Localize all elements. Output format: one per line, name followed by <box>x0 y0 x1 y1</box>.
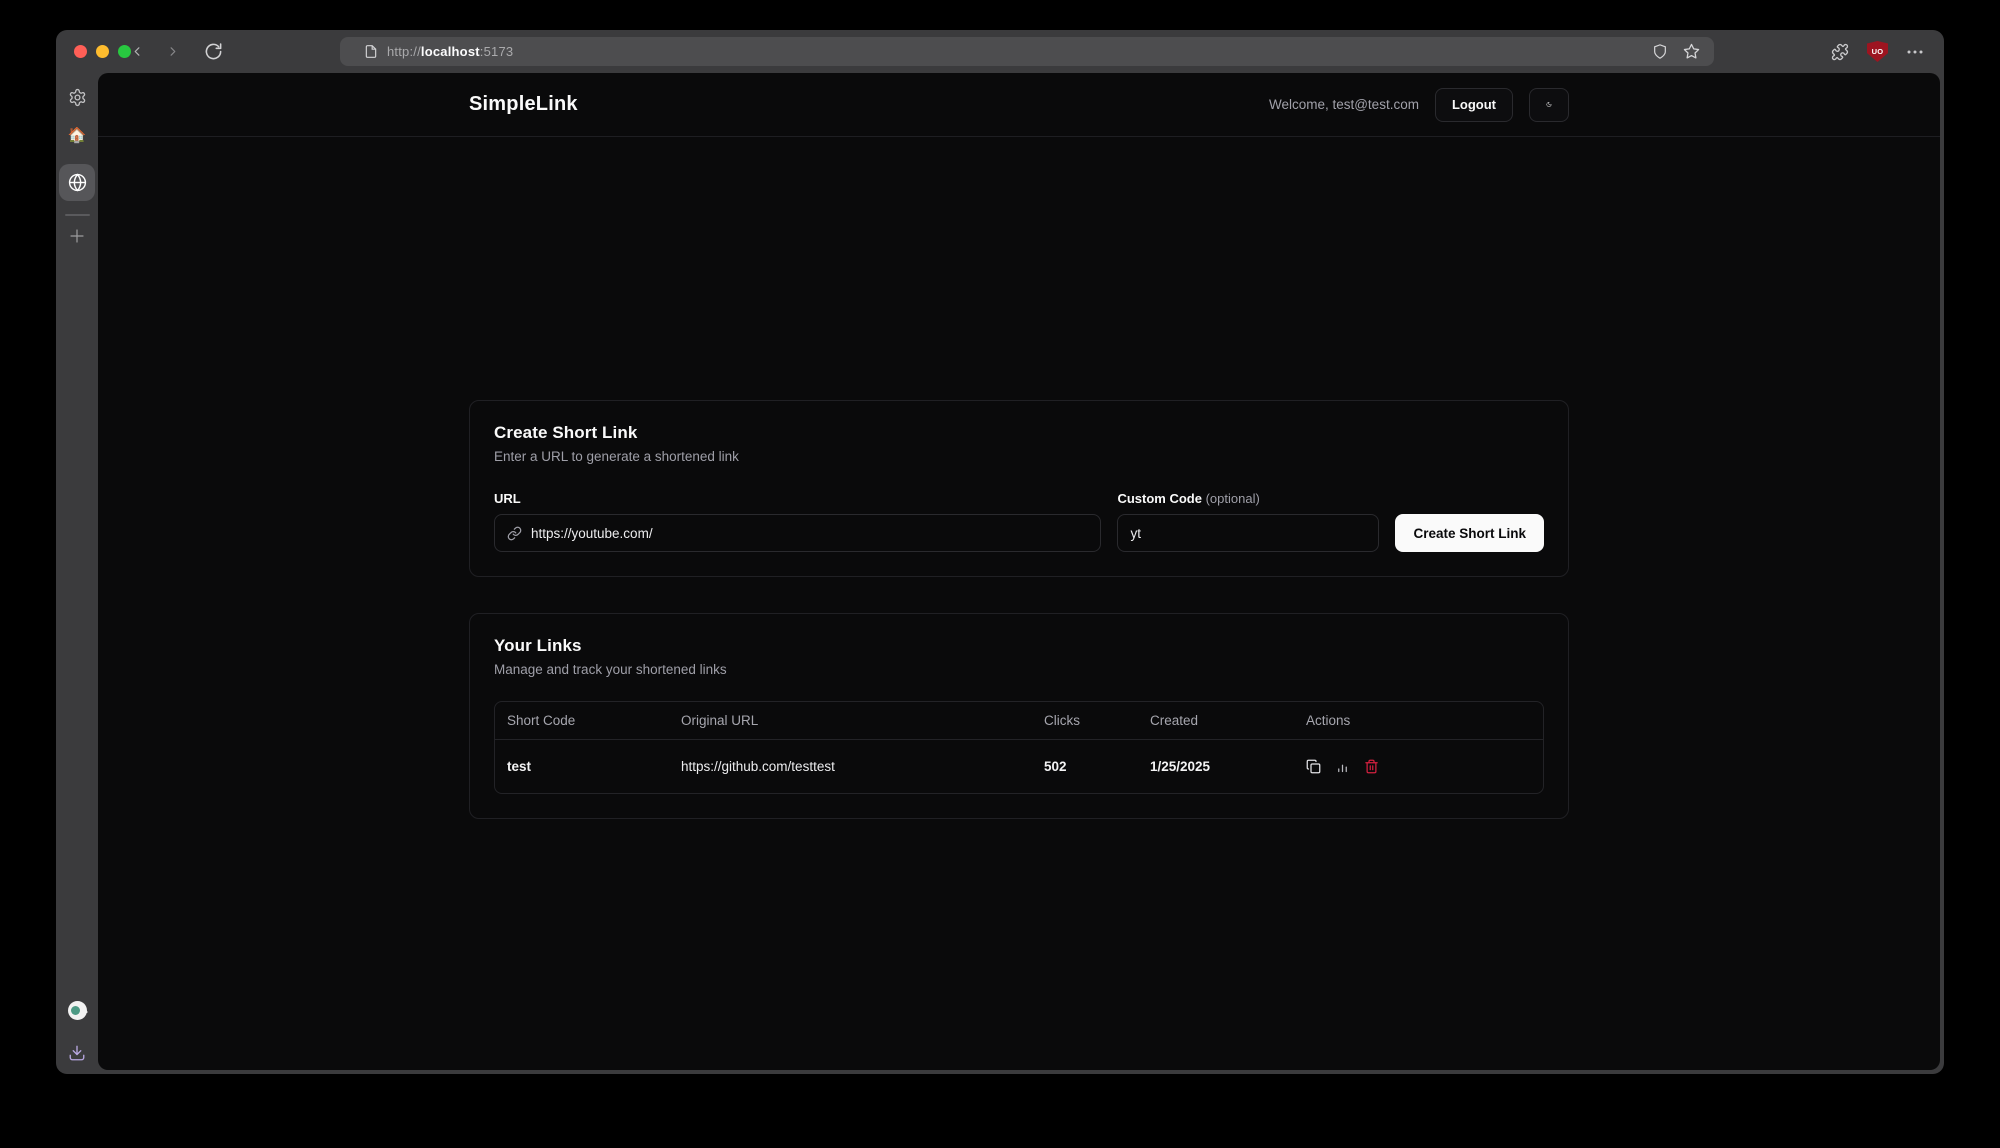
cell-original-url: https://github.com/testtest <box>669 759 1032 774</box>
workspace-dot <box>71 1006 80 1015</box>
custom-code-input[interactable] <box>1130 526 1366 541</box>
app-header: SimpleLink Welcome, test@test.com Logout <box>98 73 1940 137</box>
close-window-button[interactable] <box>74 45 87 58</box>
minimize-window-button[interactable] <box>96 45 109 58</box>
page-main: Create Short Link Enter a URL to generat… <box>98 137 1940 819</box>
url-input[interactable] <box>531 526 1088 541</box>
row-actions <box>1294 759 1543 774</box>
page-viewport: SimpleLink Welcome, test@test.com Logout… <box>98 73 1940 1070</box>
tabstrip-divider <box>65 214 90 216</box>
create-link-form: URL Custom Code (optional) <box>494 491 1544 552</box>
bookmark-star-icon[interactable] <box>1683 43 1700 60</box>
your-links-card: Your Links Manage and track your shorten… <box>469 613 1569 819</box>
theme-toggle-button[interactable] <box>1529 88 1569 122</box>
link-chain-icon <box>507 526 522 541</box>
create-card-title: Create Short Link <box>494 423 1544 443</box>
url-text: http://localhost:5173 <box>387 44 513 59</box>
url-input-wrap <box>494 514 1101 552</box>
col-actions: Actions <box>1294 713 1543 728</box>
new-tab-button[interactable] <box>68 227 86 245</box>
url-port: :5173 <box>480 44 514 59</box>
home-tab[interactable]: 🏠 <box>68 128 87 143</box>
col-created: Created <box>1138 713 1294 728</box>
links-card-subtitle: Manage and track your shortened links <box>494 662 1544 677</box>
trash-icon <box>1364 759 1379 774</box>
page-icon <box>364 44 378 59</box>
workspace-arrow <box>81 1007 88 1017</box>
create-short-link-button[interactable]: Create Short Link <box>1395 514 1544 552</box>
toolbar-right-controls: UO <box>1831 30 1924 73</box>
col-original-url: Original URL <box>669 713 1032 728</box>
custom-code-input-wrap <box>1117 514 1379 552</box>
create-short-link-card: Create Short Link Enter a URL to generat… <box>469 400 1569 577</box>
url-host: localhost <box>421 44 480 59</box>
address-bar[interactable]: http://localhost:5173 <box>340 37 1714 66</box>
moon-icon <box>1546 97 1552 112</box>
chevron-right-icon <box>167 44 178 59</box>
back-button[interactable] <box>124 30 150 73</box>
home-icon: 🏠 <box>68 128 87 143</box>
copy-link-button[interactable] <box>1306 759 1321 774</box>
custom-code-label-text: Custom Code <box>1117 491 1202 506</box>
browser-window: http://localhost:5173 UO 🏠 <box>56 30 1944 1074</box>
table-row: test https://github.com/testtest 502 1/2… <box>495 740 1543 793</box>
links-card-title: Your Links <box>494 636 1544 656</box>
links-table-header: Short Code Original URL Clicks Created A… <box>495 702 1543 740</box>
downloads-button[interactable] <box>68 1044 86 1062</box>
download-icon <box>68 1044 86 1062</box>
app-logo: SimpleLink <box>469 93 578 116</box>
extensions-puzzle-icon[interactable] <box>1831 43 1849 61</box>
bar-chart-icon <box>1335 759 1350 774</box>
reload-icon <box>204 42 223 61</box>
cell-clicks: 502 <box>1032 759 1138 774</box>
window-controls <box>74 45 131 58</box>
create-card-subtitle: Enter a URL to generate a shortened link <box>494 449 1544 464</box>
chevron-left-icon <box>132 44 143 59</box>
workspace-switcher[interactable] <box>68 1001 87 1020</box>
link-stats-button[interactable] <box>1335 759 1350 774</box>
forward-button[interactable] <box>159 30 185 73</box>
col-clicks: Clicks <box>1032 713 1138 728</box>
links-table: Short Code Original URL Clicks Created A… <box>494 701 1544 794</box>
reload-button[interactable] <box>200 30 226 73</box>
col-short-code: Short Code <box>495 713 669 728</box>
window-body: 🏠 SimpleLink <box>56 73 1944 1074</box>
cell-created: 1/25/2025 <box>1138 759 1294 774</box>
delete-link-button[interactable] <box>1364 759 1379 774</box>
active-tab-simplelink[interactable] <box>59 164 95 201</box>
vertical-tab-strip: 🏠 <box>56 73 98 1074</box>
gear-icon <box>68 88 87 107</box>
menu-ellipsis-icon[interactable] <box>1906 43 1924 61</box>
ublock-extension-icon[interactable]: UO <box>1867 41 1888 62</box>
settings-tab[interactable] <box>68 88 87 107</box>
logout-button[interactable]: Logout <box>1435 88 1513 122</box>
url-protocol: http:// <box>387 44 421 59</box>
plus-icon <box>68 227 86 245</box>
copy-icon <box>1306 759 1321 774</box>
browser-toolbar: http://localhost:5173 UO <box>56 30 1944 73</box>
url-label: URL <box>494 491 1101 506</box>
cell-short-code: test <box>495 759 669 774</box>
custom-code-label: Custom Code (optional) <box>1117 491 1379 506</box>
urlbar-actions <box>1652 43 1700 60</box>
custom-code-optional-text: (optional) <box>1206 491 1260 506</box>
globe-icon <box>68 173 87 192</box>
shield-privacy-icon[interactable] <box>1652 43 1668 60</box>
welcome-text: Welcome, test@test.com <box>1269 97 1419 112</box>
